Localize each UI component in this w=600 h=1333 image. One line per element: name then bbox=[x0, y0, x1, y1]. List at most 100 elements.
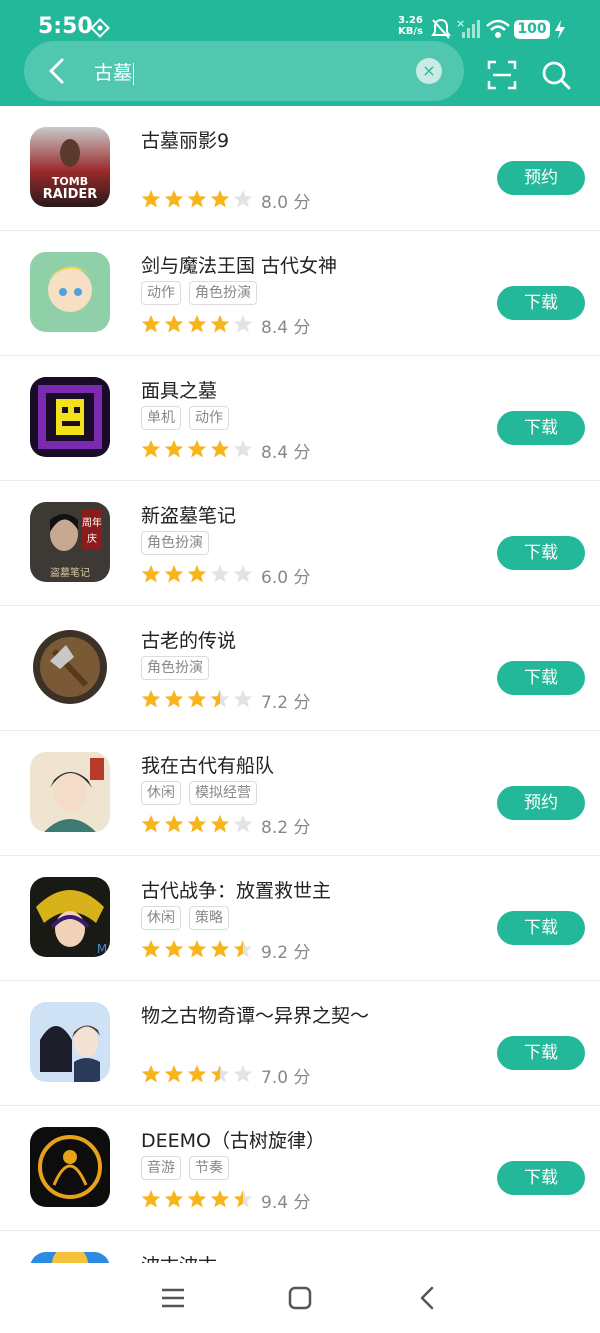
star-rating-icon bbox=[141, 314, 253, 338]
app-name: 面具之墓 bbox=[141, 380, 218, 402]
app-icon[interactable] bbox=[30, 1002, 110, 1082]
app-score: 9.2 分 bbox=[261, 943, 311, 963]
app-list-item[interactable]: 古老的传说 角色扮演 7.2 分 下载 bbox=[0, 606, 600, 731]
app-list-item[interactable]: DEEMO（古树旋律） 音游 节奏 9.4 分 下载 bbox=[0, 1106, 600, 1231]
app-score: 8.4 分 bbox=[261, 443, 311, 463]
app-name: 波古波古 bbox=[141, 1251, 217, 1263]
svg-text:M: M bbox=[97, 942, 107, 956]
app-score: 7.2 分 bbox=[261, 693, 311, 713]
app-tags: 角色扮演 bbox=[141, 656, 217, 680]
svg-text:RAIDER: RAIDER bbox=[43, 187, 98, 202]
search-results-list: TOMB RAIDER 古墓丽影9 8.0 分预约 剑与魔法王国 古代女神 动作 角色扮演 8… bbox=[0, 106, 600, 1263]
star-rating-icon bbox=[141, 689, 253, 713]
star-rating-icon bbox=[141, 814, 253, 838]
app-list-item[interactable]: 剑与魔法王国 古代女神 动作 角色扮演 8.4 分 下载 bbox=[0, 231, 600, 356]
app-name: DEEMO（古树旋律） bbox=[141, 1130, 325, 1152]
app-icon[interactable] bbox=[30, 252, 110, 332]
app-rating: 8.4 分 bbox=[141, 438, 311, 463]
app-tags: 休闲 策略 bbox=[141, 906, 237, 930]
download-button[interactable]: 下载 bbox=[497, 911, 585, 945]
app-icon[interactable] bbox=[30, 627, 110, 707]
vpn-icon bbox=[90, 18, 110, 38]
app-name: 剑与魔法王国 古代女神 bbox=[141, 255, 338, 277]
app-tag: 角色扮演 bbox=[141, 531, 209, 555]
app-icon[interactable] bbox=[30, 1252, 110, 1263]
app-name: 古墓丽影9 bbox=[141, 130, 230, 152]
back-icon[interactable] bbox=[40, 54, 74, 88]
reserve-button[interactable]: 预约 bbox=[497, 786, 585, 820]
system-nav-bar bbox=[0, 1263, 600, 1333]
app-rating: 8.0 分 bbox=[141, 188, 311, 213]
download-button[interactable]: 下载 bbox=[497, 1161, 585, 1195]
signal-off-icon: × bbox=[456, 18, 480, 38]
app-tag: 音游 bbox=[141, 1156, 181, 1180]
app-rating: 8.4 分 bbox=[141, 313, 310, 338]
home-icon[interactable] bbox=[285, 1283, 315, 1313]
star-rating-icon bbox=[141, 1064, 253, 1088]
star-rating-icon bbox=[141, 1189, 253, 1213]
charging-icon bbox=[555, 20, 565, 39]
reserve-button[interactable]: 预约 bbox=[497, 161, 585, 195]
svg-text:庆: 庆 bbox=[87, 532, 97, 545]
app-tag: 角色扮演 bbox=[141, 656, 209, 680]
app-name: 我在古代有船队 bbox=[141, 755, 275, 777]
app-list-item[interactable]: 波古波古 bbox=[0, 1231, 600, 1263]
menu-icon[interactable] bbox=[158, 1283, 188, 1313]
app-icon[interactable]: M bbox=[30, 877, 110, 957]
download-button[interactable]: 下载 bbox=[497, 536, 585, 570]
app-icon[interactable] bbox=[30, 377, 110, 457]
app-icon[interactable] bbox=[30, 752, 110, 832]
download-button[interactable]: 下载 bbox=[497, 286, 585, 320]
app-rating: 7.0 分 bbox=[141, 1063, 311, 1088]
net-speed: 3.26 KB/s bbox=[398, 15, 423, 37]
search-icon[interactable] bbox=[541, 60, 571, 90]
scan-icon[interactable] bbox=[487, 60, 517, 90]
search-bar[interactable] bbox=[24, 41, 464, 101]
app-icon[interactable]: TOMB RAIDER bbox=[30, 127, 110, 207]
svg-text:盗墓笔记: 盗墓笔记 bbox=[50, 566, 90, 579]
status-time: 5:50 bbox=[38, 14, 93, 39]
app-tag: 节奏 bbox=[189, 1156, 229, 1180]
app-tag: 休闲 bbox=[141, 906, 181, 930]
star-rating-icon bbox=[141, 189, 253, 213]
app-name: 物之古物奇谭～异界之契～ bbox=[141, 1005, 370, 1027]
app-list-item[interactable]: 我在古代有船队 休闲 模拟经营 8.2 分 预约 bbox=[0, 731, 600, 856]
star-rating-icon bbox=[141, 564, 253, 588]
net-speed-value: 3.26 bbox=[398, 15, 423, 26]
app-tags: 单机 动作 bbox=[141, 406, 237, 430]
app-score: 6.0 分 bbox=[261, 568, 311, 588]
app-tags: 角色扮演 bbox=[141, 531, 217, 555]
search-input[interactable]: 古墓 bbox=[94, 58, 135, 85]
star-rating-icon bbox=[141, 939, 253, 963]
app-score: 9.4 分 bbox=[261, 1193, 311, 1213]
download-button[interactable]: 下载 bbox=[497, 1036, 585, 1070]
app-icon[interactable]: 周年庆盗墓笔记 bbox=[30, 502, 110, 582]
svg-text:周年: 周年 bbox=[82, 516, 102, 529]
search-query-text: 古墓 bbox=[94, 62, 133, 84]
app-tag: 动作 bbox=[141, 281, 181, 305]
app-rating: 9.4 分 bbox=[141, 1188, 311, 1213]
app-list-item[interactable]: M 古代战争：放置救世主 休闲 策略 9.2 分 下载 bbox=[0, 856, 600, 981]
download-button[interactable]: 下载 bbox=[497, 411, 585, 445]
svg-text:×: × bbox=[456, 18, 465, 30]
clear-search-button[interactable]: × bbox=[416, 58, 442, 84]
app-name: 古代战争：放置救世主 bbox=[141, 880, 332, 902]
battery-level: 100 bbox=[514, 20, 550, 39]
mute-icon bbox=[431, 18, 451, 39]
app-rating: 7.2 分 bbox=[141, 688, 311, 713]
app-rating: 8.2 分 bbox=[141, 813, 310, 838]
download-button[interactable]: 下载 bbox=[497, 661, 585, 695]
app-score: 7.0 分 bbox=[261, 1068, 311, 1088]
app-list-item[interactable]: 面具之墓单机 动作 8.4 分 下载 bbox=[0, 356, 600, 481]
app-list-item[interactable]: 周年庆盗墓笔记 新盗墓笔记 角色扮演 6.0 分 下载 bbox=[0, 481, 600, 606]
app-icon[interactable] bbox=[30, 1127, 110, 1207]
app-tags: 休闲 模拟经营 bbox=[141, 781, 265, 805]
app-tag: 策略 bbox=[189, 906, 229, 930]
text-caret bbox=[133, 62, 135, 85]
app-list-item[interactable]: TOMB RAIDER 古墓丽影9 8.0 分 预约 bbox=[0, 106, 600, 231]
app-list-item[interactable]: 物之古物奇谭～异界之契～ 7.0 分 下载 bbox=[0, 981, 600, 1106]
app-tag: 角色扮演 bbox=[189, 281, 257, 305]
nav-back-icon[interactable] bbox=[413, 1283, 443, 1313]
app-tags: 音游 节奏 bbox=[141, 1156, 237, 1180]
app-score: 8.0 分 bbox=[261, 193, 311, 213]
